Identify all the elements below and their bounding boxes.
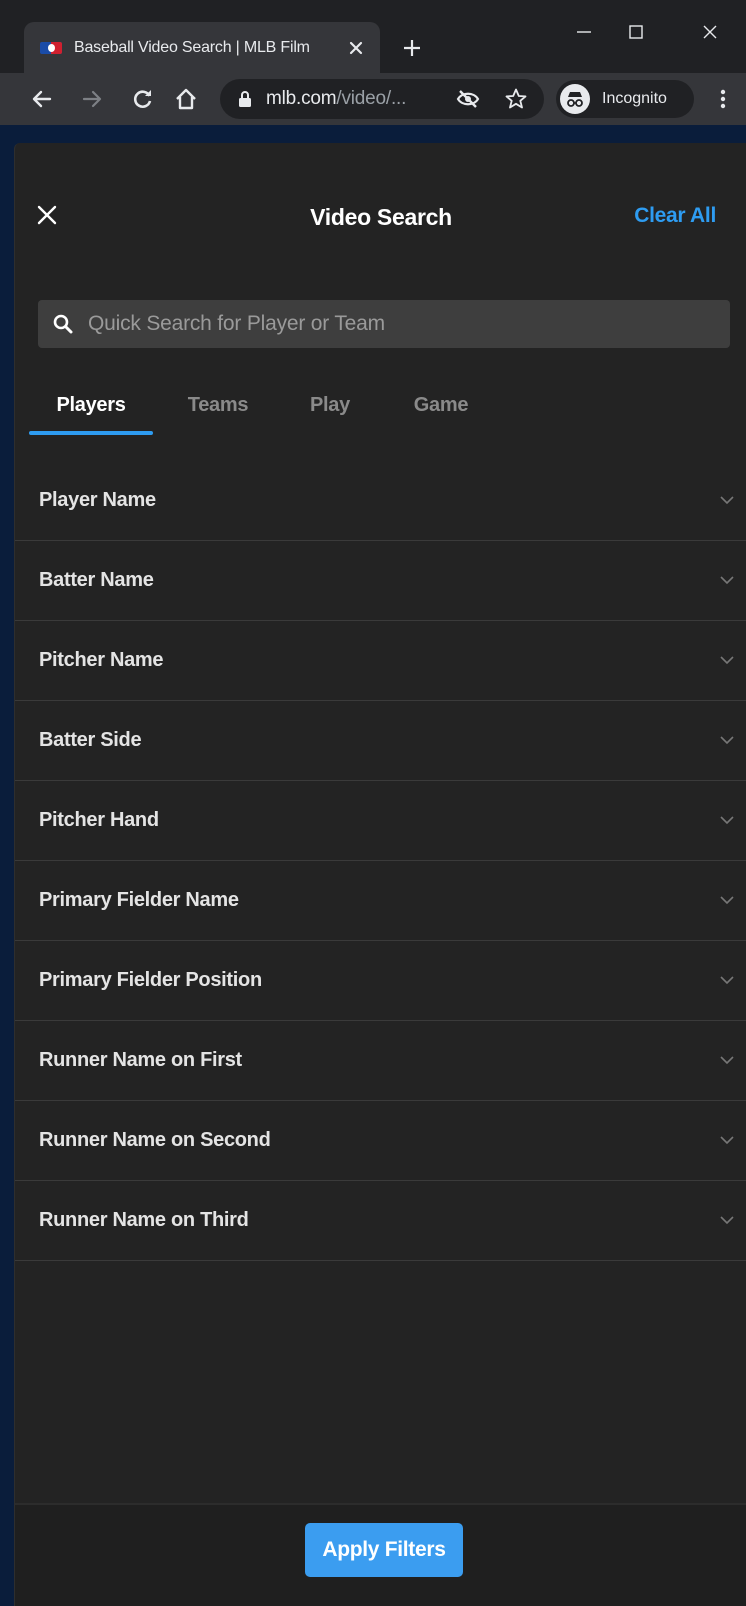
page-background: Video Search Clear All Players Teams Pla… (0, 125, 746, 1606)
filter-pitcher-hand[interactable]: Pitcher Hand (15, 781, 746, 861)
filter-label: Pitcher Name (39, 649, 164, 671)
filter-label: Runner Name on First (39, 1049, 242, 1071)
tab-teams[interactable]: Teams (153, 375, 283, 435)
filter-batter-side[interactable]: Batter Side (15, 701, 746, 781)
chevron-down-icon (719, 573, 735, 589)
video-search-panel: Video Search Clear All Players Teams Pla… (14, 143, 746, 1606)
reload-button[interactable] (125, 81, 161, 117)
chevron-down-icon (719, 973, 735, 989)
new-tab-button[interactable] (398, 34, 426, 62)
eye-slash-icon[interactable] (456, 87, 480, 116)
window-close-icon (703, 25, 717, 39)
browser-menu-button[interactable] (708, 81, 738, 117)
filter-label: Batter Side (39, 729, 142, 751)
forward-arrow-icon (82, 90, 102, 108)
reload-icon (133, 90, 152, 108)
chevron-down-icon (719, 1053, 735, 1069)
plus-icon (404, 40, 420, 56)
filter-label: Pitcher Hand (39, 809, 159, 831)
filter-batter-name[interactable]: Batter Name (15, 541, 746, 621)
filter-pitcher-name[interactable]: Pitcher Name (15, 621, 746, 701)
star-icon[interactable] (504, 87, 528, 116)
chevron-down-icon (719, 653, 735, 669)
maximize-button[interactable] (618, 14, 654, 50)
mlb-favicon-icon (40, 41, 62, 55)
quick-search-box[interactable] (38, 300, 730, 348)
filter-primary-fielder-name[interactable]: Primary Fielder Name (15, 861, 746, 941)
chevron-down-icon (719, 1213, 735, 1229)
chevron-down-icon (719, 733, 735, 749)
minimize-button[interactable] (566, 14, 602, 50)
clear-all-button[interactable]: Clear All (634, 204, 716, 228)
filter-primary-fielder-position[interactable]: Primary Fielder Position (15, 941, 746, 1021)
tab-close-icon[interactable] (346, 38, 366, 58)
tab-players[interactable]: Players (29, 375, 153, 435)
filter-runner-name-first[interactable]: Runner Name on First (15, 1021, 746, 1101)
home-button[interactable] (168, 81, 204, 117)
incognito-badge[interactable]: Incognito (556, 80, 694, 118)
filter-label: Primary Fielder Position (39, 969, 262, 991)
back-arrow-icon (32, 90, 52, 108)
filter-list: Player Name Batter Name Pitcher Name Bat… (15, 461, 746, 1261)
lock-icon (238, 90, 252, 108)
search-icon (52, 313, 74, 335)
maximize-icon (629, 25, 643, 39)
filter-label: Player Name (39, 489, 156, 511)
incognito-label: Incognito (602, 90, 667, 107)
apply-filters-button[interactable]: Apply Filters (305, 1523, 463, 1577)
kebab-menu-icon (720, 89, 726, 109)
filter-label: Batter Name (39, 569, 154, 591)
chevron-down-icon (719, 1133, 735, 1149)
browser-tabstrip: Baseball Video Search | MLB Film (0, 0, 746, 73)
panel-footer: Apply Filters (15, 1503, 746, 1606)
filter-label: Primary Fielder Name (39, 889, 239, 911)
browser-toolbar: mlb.com/video/... Incognito (0, 73, 746, 125)
minimize-icon (577, 31, 591, 33)
filter-runner-name-third[interactable]: Runner Name on Third (15, 1181, 746, 1261)
tab-game[interactable]: Game (377, 375, 505, 435)
chevron-down-icon (719, 893, 735, 909)
window-close-button[interactable] (692, 14, 728, 50)
filter-player-name[interactable]: Player Name (15, 461, 746, 541)
home-icon (176, 88, 196, 110)
filter-tabs: Players Teams Play Game (29, 375, 505, 435)
incognito-icon (560, 84, 590, 114)
browser-tab[interactable]: Baseball Video Search | MLB Film (24, 22, 380, 73)
chevron-down-icon (719, 813, 735, 829)
filter-runner-name-second[interactable]: Runner Name on Second (15, 1101, 746, 1181)
filter-label: Runner Name on Third (39, 1209, 249, 1231)
address-url: mlb.com/video/... (266, 88, 407, 109)
filter-label: Runner Name on Second (39, 1129, 271, 1151)
tab-title: Baseball Video Search | MLB Film (74, 38, 310, 56)
chevron-down-icon (719, 493, 735, 509)
address-bar[interactable]: mlb.com/video/... (220, 79, 544, 119)
tab-play[interactable]: Play (283, 375, 377, 435)
back-button[interactable] (24, 81, 60, 117)
quick-search-input[interactable] (88, 312, 730, 336)
forward-button[interactable] (74, 81, 110, 117)
